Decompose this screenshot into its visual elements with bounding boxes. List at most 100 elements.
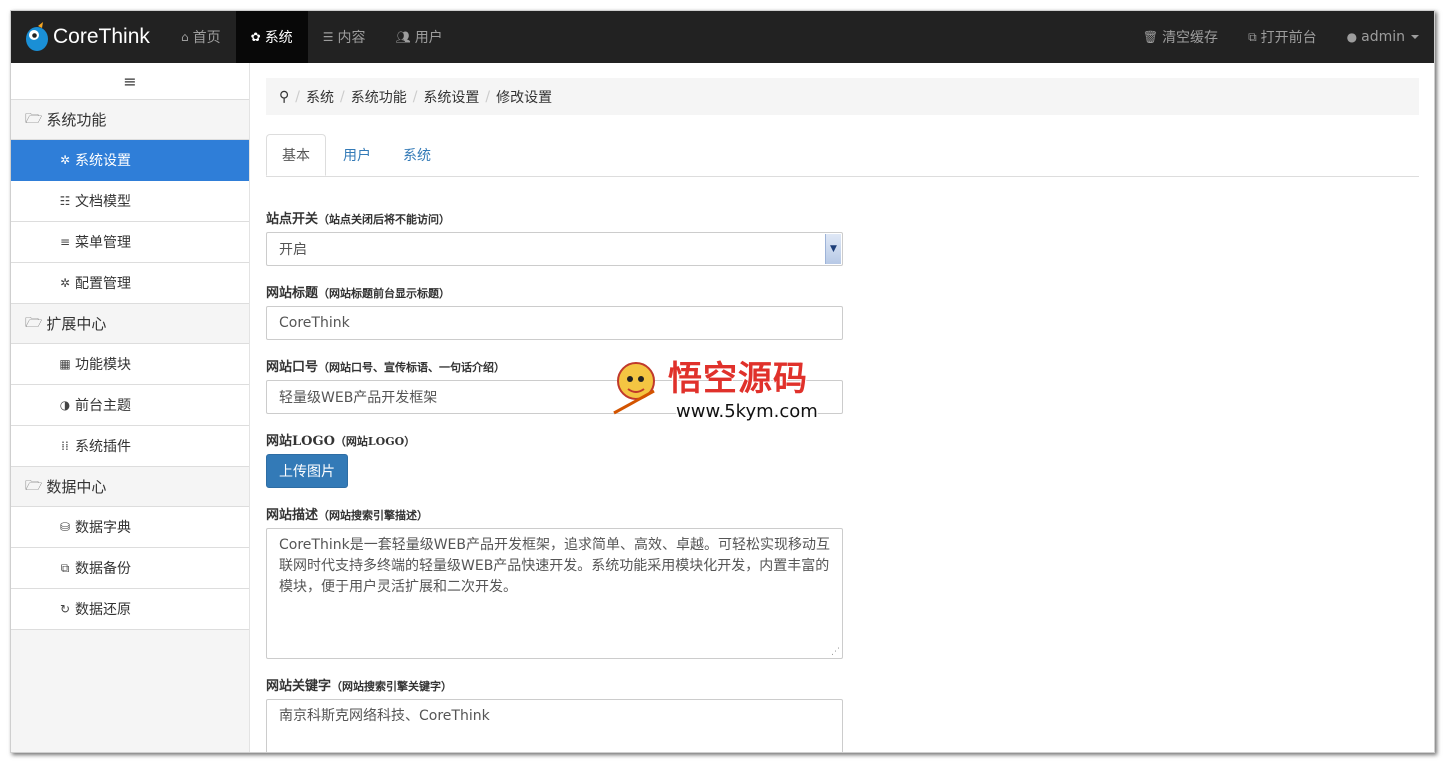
- refresh-icon: ↻: [59, 602, 71, 616]
- sidebar-item-label: 文档模型: [75, 194, 131, 210]
- folder-open-icon: 🗁︎: [25, 110, 43, 127]
- resize-grip-icon[interactable]: ⋰: [831, 648, 840, 657]
- sidebar-item-label: 菜单管理: [75, 235, 131, 251]
- sidebar-item-config-management[interactable]: ✲ 配置管理: [11, 263, 249, 304]
- sidebar-item-themes[interactable]: ◑ 前台主题: [11, 385, 249, 426]
- nav-home-label: 首页: [192, 30, 221, 46]
- open-frontend-button[interactable]: ⧉ 打开前台: [1233, 11, 1332, 63]
- breadcrumb-item[interactable]: 系统功能: [351, 87, 407, 107]
- users-icon: 👥︎: [395, 30, 411, 44]
- textarea-line: 联网时代支持多终端的轻量级WEB产品快速开发。系统功能采用模块化开发，内置丰富的: [279, 558, 830, 574]
- cogs-icon: ✲: [59, 276, 71, 290]
- sidebar-item-label: 数据备份: [75, 561, 131, 577]
- nav-users-label: 用户: [414, 30, 443, 46]
- th-icon: ⁞⁞: [61, 439, 69, 453]
- site-logo-label: 网站LOGO（网站LOGO）: [266, 434, 416, 449]
- corethink-logo-icon: [25, 22, 49, 52]
- adjust-icon: ◑: [59, 398, 71, 412]
- copy-icon: ⧉: [60, 560, 70, 575]
- sidebar-toggle[interactable]: ≡: [11, 63, 249, 100]
- site-description-label: 网站描述（网站搜索引擎描述）: [266, 508, 429, 523]
- nav-system[interactable]: ✿ 系统: [235, 11, 308, 63]
- site-keywords-textarea[interactable]: 南京科斯克网络科技、CoreThink: [266, 699, 843, 752]
- database-icon: ⛁: [59, 520, 71, 534]
- textarea-line: 南京科斯克网络科技、CoreThink: [279, 708, 490, 724]
- site-title-label: 网站标题（网站标题前台显示标题）: [266, 286, 451, 301]
- sidebar: ≡ 🗁︎ 系统功能 ✲ 系统设置 ☷ 文档模型 ≡ 菜单管理 ✲ 配置管理 🗁︎…: [11, 63, 250, 752]
- sidebar-item-system-settings[interactable]: ✲ 系统设置: [11, 140, 249, 181]
- tab-basic[interactable]: 基本: [266, 134, 326, 176]
- sidebar-item-data-dictionary[interactable]: ⛁ 数据字典: [11, 507, 249, 548]
- breadcrumb-item[interactable]: 系统设置: [423, 87, 479, 107]
- site-description-textarea[interactable]: CoreThink是一套轻量级WEB产品开发框架，追求简单、高效、卓越。可轻松实…: [266, 528, 843, 659]
- sidebar-group-label: 系统功能: [46, 111, 107, 129]
- top-navbar: CoreThink ⌂ 首页 ✿ 系统 ☰ 内容 👥︎ 用户 🗑︎ 清空缓存 ⧉…: [11, 11, 1434, 63]
- list-icon: ☰: [322, 30, 334, 44]
- breadcrumb-item[interactable]: 系统: [306, 87, 334, 107]
- sidebar-item-document-model[interactable]: ☷ 文档模型: [11, 181, 249, 222]
- nav-users[interactable]: 👥︎ 用户: [380, 11, 457, 63]
- sidebar-item-label: 配置管理: [75, 276, 131, 292]
- user-name: admin: [1361, 29, 1405, 45]
- watermark-title: 悟空源码: [668, 359, 808, 399]
- map-marker-icon: ⚲: [279, 88, 290, 105]
- sidebar-item-menu-management[interactable]: ≡ 菜单管理: [11, 222, 249, 263]
- app-window: CoreThink ⌂ 首页 ✿ 系统 ☰ 内容 👥︎ 用户 🗑︎ 清空缓存 ⧉…: [10, 10, 1435, 753]
- nav-content-label: 内容: [337, 30, 366, 46]
- site-switch-select[interactable]: 开启 ▼: [266, 232, 843, 266]
- brand-logo-link[interactable]: CoreThink: [25, 11, 150, 63]
- clear-cache-button[interactable]: 🗑︎ 清空缓存: [1128, 11, 1233, 63]
- nav-home[interactable]: ⌂ 首页: [166, 11, 236, 63]
- site-keywords-label: 网站关键字（网站搜索引擎关键字）: [266, 679, 453, 694]
- sidebar-item-label: 前台主题: [75, 398, 131, 414]
- tab-system[interactable]: 系统: [388, 134, 446, 175]
- site-switch-value: 开启: [279, 242, 307, 258]
- right-nav: 🗑︎ 清空缓存 ⧉ 打开前台 ● admin: [1128, 11, 1434, 63]
- open-frontend-label: 打开前台: [1260, 30, 1317, 46]
- tab-user[interactable]: 用户: [328, 134, 386, 175]
- site-title-input[interactable]: CoreThink: [266, 306, 843, 340]
- gears-icon: ✲: [59, 153, 71, 167]
- watermark: 悟空源码 www.5kym.com: [608, 351, 848, 431]
- sidebar-group-label: 数据中心: [46, 478, 107, 496]
- textarea-line: 模块，便于用户灵活扩展和二次开发。: [279, 579, 517, 595]
- sidebar-item-label: 系统设置: [75, 153, 131, 169]
- chevron-down-icon[interactable]: ▼: [825, 234, 841, 264]
- sidebar-item-data-backup[interactable]: ⧉ 数据备份: [11, 548, 249, 589]
- menu-icon: ≡: [123, 71, 137, 91]
- sidebar-item-plugins[interactable]: ⁞⁞ 系统插件: [11, 426, 249, 467]
- site-slogan-label: 网站口号（网站口号、宣传标语、一句话介绍）: [266, 360, 506, 375]
- clear-cache-label: 清空缓存: [1162, 30, 1219, 46]
- gear-icon: ✿: [250, 30, 261, 44]
- sidebar-item-label: 数据字典: [75, 520, 131, 536]
- watermark-url: www.5kym.com: [676, 401, 818, 422]
- home-icon: ⌂: [181, 30, 189, 44]
- folder-open-icon: 🗁︎: [25, 314, 43, 331]
- sidebar-group-label: 扩展中心: [46, 315, 107, 333]
- sidebar-group-extension[interactable]: 🗁︎ 扩展中心: [11, 304, 249, 344]
- nav-system-label: 系统: [264, 30, 293, 46]
- bars-icon: ≡: [59, 235, 71, 249]
- nav-content[interactable]: ☰ 内容: [308, 11, 381, 63]
- sidebar-item-modules[interactable]: ▦ 功能模块: [11, 344, 249, 385]
- textarea-line: CoreThink是一套轻量级WEB产品开发框架，追求简单、高效、卓越。可轻松实…: [279, 537, 830, 553]
- main-nav: ⌂ 首页 ✿ 系统 ☰ 内容 👥︎ 用户: [166, 11, 458, 63]
- breadcrumb-item-current: 修改设置: [496, 89, 553, 106]
- folder-open-icon: 🗁︎: [25, 477, 43, 494]
- sidebar-item-label: 功能模块: [75, 357, 131, 373]
- th-large-icon: ▦: [59, 357, 71, 371]
- sidebar-item-data-restore[interactable]: ↻ 数据还原: [11, 589, 249, 630]
- user-menu-dropdown[interactable]: ● admin: [1332, 11, 1434, 63]
- user-icon: ●: [1346, 30, 1358, 44]
- upload-image-button[interactable]: 上传图片: [266, 454, 348, 488]
- sidebar-group-data[interactable]: 🗁︎ 数据中心: [11, 467, 249, 507]
- th-list-icon: ☷: [59, 194, 71, 208]
- sidebar-group-system[interactable]: 🗁︎ 系统功能: [11, 100, 249, 140]
- settings-tabs: 基本 用户 系统: [266, 134, 1419, 177]
- sidebar-item-label: 系统插件: [75, 439, 131, 455]
- caret-down-icon: [1411, 35, 1419, 39]
- site-switch-label: 站点开关（站点关闭后将不能访问）: [266, 212, 451, 227]
- brand-name: CoreThink: [53, 25, 150, 48]
- breadcrumb: ⚲ / 系统 / 系统功能 / 系统设置 / 修改设置: [266, 78, 1419, 115]
- trash-icon: 🗑︎: [1142, 30, 1159, 44]
